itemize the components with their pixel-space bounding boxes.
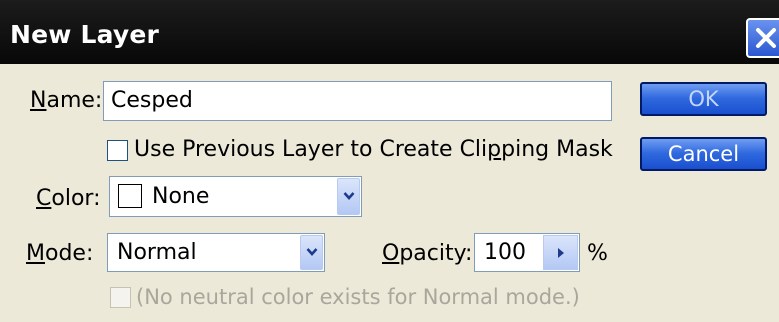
name-input[interactable]: Cesped bbox=[103, 81, 612, 121]
neutral-color-label: (No neutral color exists for Normal mode… bbox=[136, 285, 580, 309]
opacity-slider-button[interactable] bbox=[543, 235, 578, 270]
opacity-input[interactable]: 100 bbox=[474, 233, 580, 272]
new-layer-dialog: New Layer Name: Cesped Use Previous Laye… bbox=[0, 0, 779, 322]
opacity-unit: % bbox=[587, 241, 608, 266]
close-icon bbox=[756, 28, 776, 48]
opacity-value: 100 bbox=[484, 240, 526, 265]
chevron-down-icon bbox=[306, 248, 318, 256]
color-select[interactable]: None bbox=[109, 176, 362, 217]
clipping-mask-checkbox[interactable] bbox=[107, 140, 128, 161]
mode-label: Mode: bbox=[26, 241, 94, 266]
clipping-mask-label[interactable]: Use Previous Layer to Create Clipping Ma… bbox=[134, 137, 613, 162]
color-value: None bbox=[152, 184, 210, 209]
ok-button[interactable]: OK bbox=[640, 82, 767, 116]
dialog-title: New Layer bbox=[10, 20, 160, 49]
color-swatch bbox=[118, 184, 142, 208]
opacity-label: Opacity: bbox=[382, 241, 473, 266]
color-label: Color: bbox=[36, 186, 101, 211]
mode-select[interactable]: Normal bbox=[107, 233, 325, 272]
cancel-button[interactable]: Cancel bbox=[640, 137, 767, 171]
triangle-right-icon bbox=[558, 248, 564, 258]
mode-value: Normal bbox=[117, 240, 197, 265]
close-button[interactable] bbox=[746, 18, 779, 58]
neutral-color-checkbox[interactable] bbox=[110, 287, 131, 308]
mode-dropdown-button[interactable] bbox=[300, 235, 323, 270]
chevron-down-icon bbox=[343, 192, 355, 200]
title-bar[interactable]: New Layer bbox=[0, 0, 779, 64]
name-label: Name: bbox=[30, 88, 103, 113]
color-dropdown-button[interactable] bbox=[337, 178, 360, 215]
